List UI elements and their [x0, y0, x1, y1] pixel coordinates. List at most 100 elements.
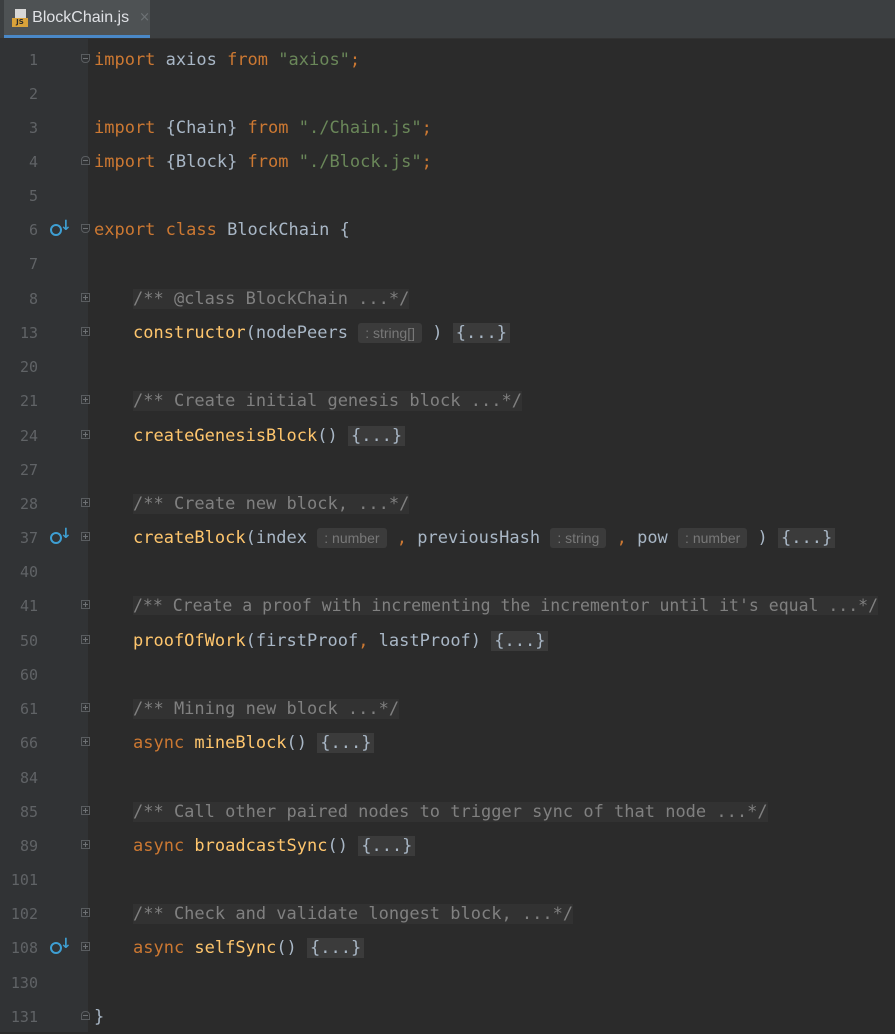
line-number: 40	[19, 563, 38, 581]
code-line: 20	[0, 350, 895, 384]
line-number: 21	[19, 392, 38, 410]
code-line: 85 /** Call other paired nodes to trigge…	[0, 795, 895, 829]
line-number: 84	[19, 769, 38, 787]
code-line: 4 import {Block} from "./Block.js";	[0, 145, 895, 179]
override-method-icon[interactable]: ↓	[50, 936, 72, 956]
parameter-hint: : number	[678, 528, 748, 548]
line-number: 27	[19, 461, 38, 479]
line-number: 101	[10, 871, 38, 889]
line-number: 131	[10, 1008, 38, 1026]
code-line: 3 import {Chain} from "./Chain.js";	[0, 111, 895, 145]
fold-icon[interactable]	[81, 430, 90, 439]
code-line: 7	[0, 247, 895, 281]
line-number: 130	[10, 974, 38, 992]
code-text: /** Create initial genesis block ...*/	[133, 391, 522, 411]
override-method-icon[interactable]: ↓	[50, 218, 72, 238]
code-line: 1 import axios from "axios";	[0, 43, 895, 77]
code-text: /** Create a proof with incrementing the…	[133, 596, 879, 615]
fold-icon[interactable]	[81, 498, 90, 507]
line-number: 89	[19, 837, 38, 855]
fold-icon[interactable]	[81, 327, 90, 336]
line-number: 85	[19, 803, 38, 821]
line-number: 61	[19, 700, 38, 718]
code-text: constructor(nodePeers : string[] ) {...}	[133, 316, 510, 350]
js-file-icon: JS	[12, 8, 28, 27]
fold-icon[interactable]	[81, 224, 90, 233]
folded-block: {...}	[778, 528, 836, 548]
line-number: 108	[10, 939, 38, 957]
fold-icon[interactable]	[81, 293, 90, 302]
line-number: 41	[19, 597, 38, 615]
folded-block: {...}	[452, 323, 510, 343]
override-method-icon[interactable]: ↓	[50, 526, 72, 546]
line-number: 13	[19, 324, 38, 342]
fold-icon[interactable]	[81, 942, 90, 951]
fold-icon[interactable]	[81, 908, 90, 917]
line-number: 2	[28, 85, 38, 103]
fold-icon[interactable]	[81, 395, 90, 404]
fold-icon[interactable]	[81, 737, 90, 746]
fold-icon[interactable]	[81, 1011, 90, 1020]
fold-icon[interactable]	[81, 54, 90, 63]
code-text: /** Create new block, ...*/	[133, 494, 410, 514]
code-line: 102 /** Check and validate longest block…	[0, 897, 895, 931]
code-line: 2	[0, 77, 895, 111]
tab-label: BlockChain.js	[32, 8, 130, 26]
tab-blockchain-js[interactable]: JS BlockChain.js ×	[4, 0, 150, 38]
line-number: 8	[28, 290, 38, 308]
folded-block: {...}	[317, 733, 375, 753]
code-text: export class BlockChain {	[94, 220, 350, 240]
line-number: 5	[28, 187, 38, 205]
fold-icon[interactable]	[81, 532, 90, 541]
code-line: 66 async mineBlock() {...}	[0, 726, 895, 760]
code-text: /** Mining new block ...*/	[133, 699, 400, 719]
code-line: 84	[0, 761, 895, 795]
code-text: /** Call other paired nodes to trigger s…	[133, 802, 768, 822]
close-icon[interactable]: ×	[139, 10, 150, 25]
line-number: 24	[19, 427, 38, 445]
code-line: 27	[0, 453, 895, 487]
code-editor[interactable]: 1 import axios from "axios"; 2 3 import …	[0, 39, 895, 1032]
fold-icon[interactable]	[81, 703, 90, 712]
folded-block: {...}	[347, 426, 406, 446]
code-line: 8 /** @class BlockChain ...*/	[0, 282, 895, 316]
editor-tab-bar: JS BlockChain.js ×	[0, 0, 895, 39]
code-line: 5	[0, 179, 895, 213]
code-line: 28 /** Create new block, ...*/	[0, 487, 895, 521]
code-line: 61 /** Mining new block ...*/	[0, 692, 895, 726]
fold-icon[interactable]	[81, 840, 90, 849]
folded-block: {...}	[307, 938, 365, 958]
code-line: 131 }	[0, 1000, 895, 1034]
code-line: 50 proofOfWork(firstProof, lastProof) {.…	[0, 624, 895, 658]
code-text: /** @class BlockChain ...*/	[133, 289, 410, 309]
code-text: async selfSync() {...}	[133, 931, 365, 965]
code-line: 60	[0, 658, 895, 692]
code-line: 37 ↓ createBlock(index : number , previo…	[0, 521, 895, 555]
code-line: 101	[0, 863, 895, 897]
line-number: 66	[19, 734, 38, 752]
code-text: import axios from "axios";	[94, 50, 361, 70]
code-line: 40	[0, 555, 895, 589]
code-line: 108 ↓ async selfSync() {...}	[0, 931, 895, 965]
parameter-hint: : number	[317, 528, 387, 548]
line-number: 1	[28, 51, 38, 69]
line-number: 3	[28, 119, 38, 137]
parameter-hint: : string	[550, 528, 607, 548]
line-number: 50	[19, 632, 38, 650]
code-text: import {Block} from "./Block.js";	[94, 152, 432, 172]
code-text: async broadcastSync() {...}	[133, 829, 416, 863]
code-text: import {Chain} from "./Chain.js";	[94, 118, 432, 138]
code-line: 41 /** Create a proof with incrementing …	[0, 589, 895, 623]
fold-icon[interactable]	[81, 600, 90, 609]
code-line: 21 /** Create initial genesis block ...*…	[0, 384, 895, 418]
fold-icon[interactable]	[81, 156, 90, 165]
line-number: 4	[28, 153, 38, 171]
code-line: 130	[0, 966, 895, 1000]
fold-icon[interactable]	[81, 635, 90, 644]
code-text: /** Check and validate longest block, ..…	[133, 904, 574, 924]
code-text: createGenesisBlock() {...}	[133, 419, 406, 453]
fold-icon[interactable]	[81, 806, 90, 815]
line-number: 28	[19, 495, 38, 513]
code-text: }	[94, 1007, 105, 1027]
code-text: createBlock(index : number , previousHas…	[133, 521, 836, 555]
